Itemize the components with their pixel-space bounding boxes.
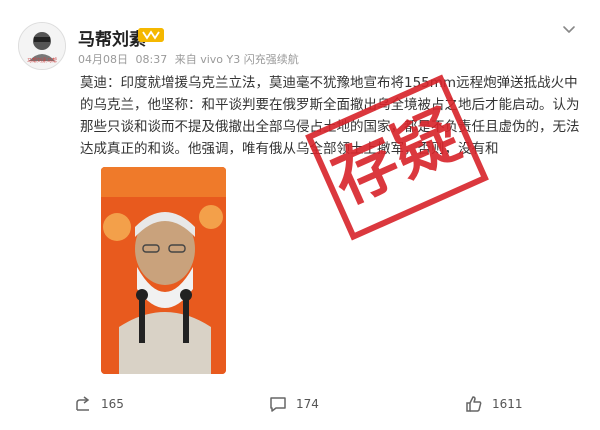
post-source: 来自 vivo Y3 闪充强续航: [174, 53, 299, 66]
share-button[interactable]: 165: [73, 394, 124, 414]
weibo-post: 马帮刘素马帮 马帮刘素 04月08日 08:37 来自 vivo Y3 闪充强续…: [0, 0, 600, 430]
author-name[interactable]: 马帮刘素: [78, 25, 146, 50]
comment-icon: [270, 397, 286, 412]
action-bar: 165 174 1611: [0, 388, 600, 418]
post-image[interactable]: [101, 167, 226, 374]
post-date: 04月08日: [78, 53, 128, 66]
like-button[interactable]: 1611: [464, 394, 523, 414]
vip-badge-icon: [138, 28, 164, 42]
speaker-photo-illustration: [101, 167, 226, 374]
thumbs-up-icon: [466, 396, 482, 412]
post-time: 08:37: [135, 53, 168, 66]
comment-button[interactable]: 174: [268, 394, 319, 414]
chevron-down-icon[interactable]: [560, 20, 578, 38]
share-count: 165: [101, 397, 124, 411]
like-count: 1611: [492, 397, 523, 411]
avatar[interactable]: 马帮刘素马帮: [18, 22, 66, 70]
post-meta: 04月08日 08:37 来自 vivo Y3 闪充强续航: [78, 51, 303, 67]
avatar-caption: 马帮刘素马帮: [26, 58, 57, 64]
comment-count: 174: [296, 397, 319, 411]
share-icon: [76, 396, 90, 411]
